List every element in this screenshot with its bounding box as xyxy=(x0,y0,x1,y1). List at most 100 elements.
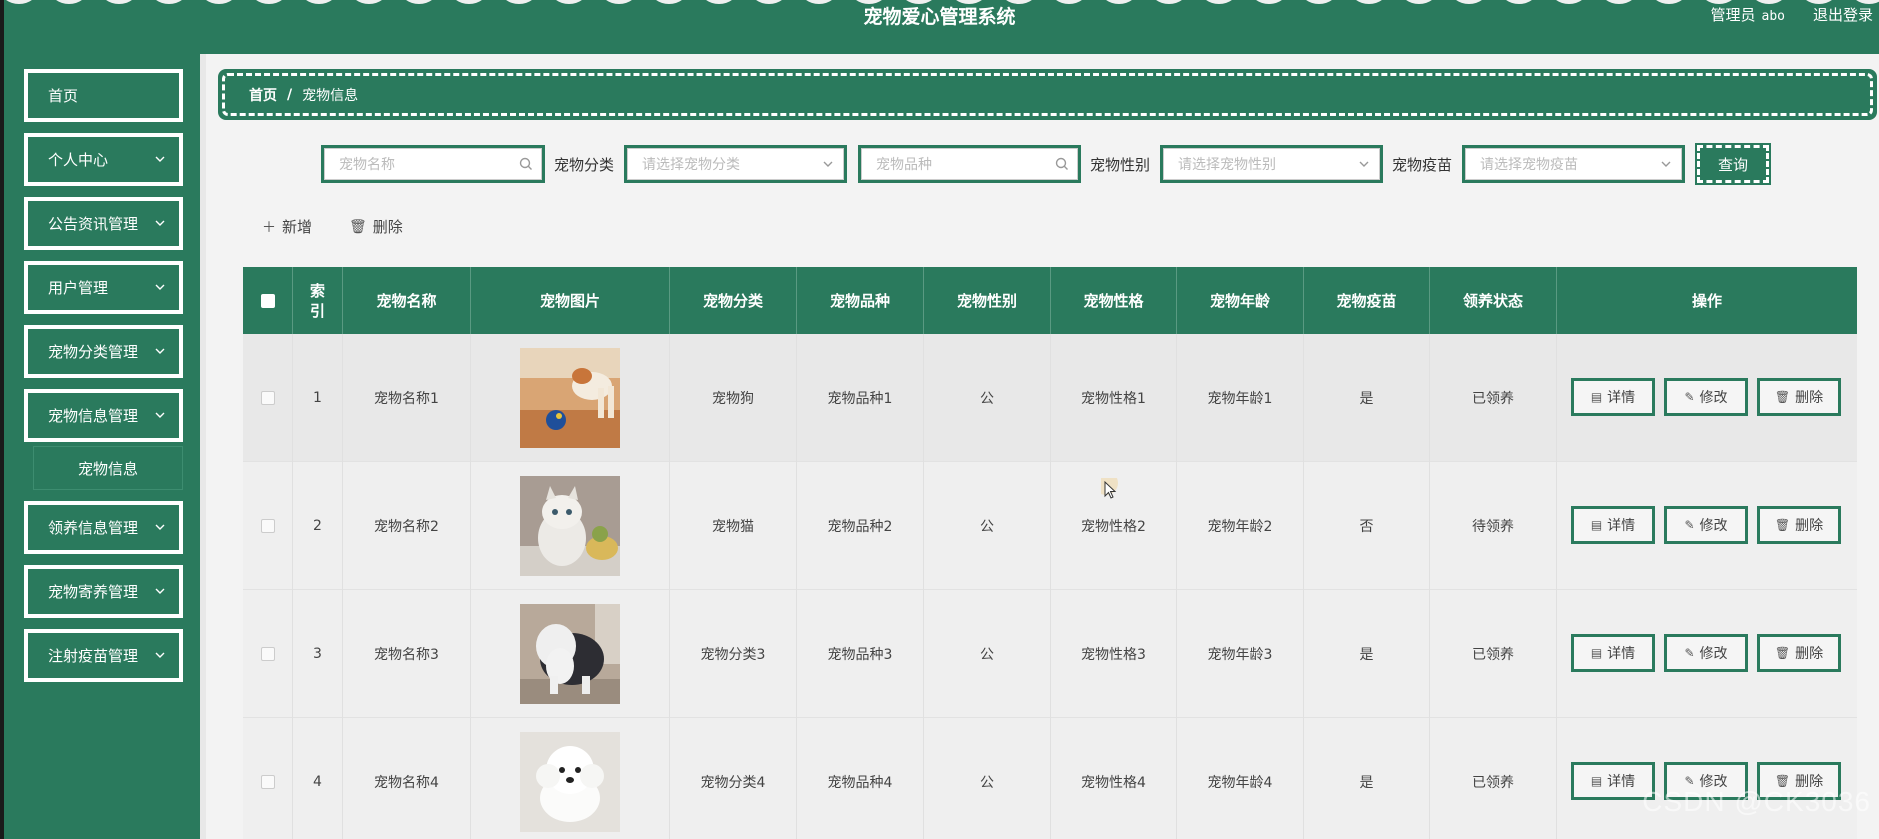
delete-button-label: 删除 xyxy=(1795,646,1824,662)
sidebar-item-adoption-mgmt[interactable]: 领养信息管理 xyxy=(24,501,183,554)
edit-button[interactable]: ✎ 修改 xyxy=(1664,378,1748,416)
detail-button[interactable]: ▤ 详情 xyxy=(1571,378,1655,416)
pet-name-cell: 宠物名称3 xyxy=(343,590,471,718)
sidebar-item-personal-center[interactable]: 个人中心 xyxy=(24,133,183,186)
pet-image-cell xyxy=(471,462,670,590)
add-button[interactable]: ＋ 新增 xyxy=(262,216,312,237)
pet-personality-cell: 宠物性格3 xyxy=(1051,590,1177,718)
detail-button[interactable]: ▤ 详情 xyxy=(1571,634,1655,672)
pet-image-cell xyxy=(471,334,670,462)
edit-button-label: 修改 xyxy=(1699,390,1728,406)
row-checkbox[interactable] xyxy=(260,775,275,789)
breed-search-input[interactable]: 宠物品种 xyxy=(858,145,1081,183)
watermark: CSDN @CK3036 xyxy=(1642,786,1871,817)
pet-photo-dog-with-ball[interactable] xyxy=(520,348,620,448)
pet-age-cell: 宠物年龄2 xyxy=(1177,462,1304,590)
delete-button[interactable]: 🗑 删除 xyxy=(1757,634,1841,672)
batch-delete-button[interactable]: 🗑 删除 xyxy=(349,216,403,237)
gender-label: 宠物性别 xyxy=(1090,156,1151,174)
search-icon xyxy=(519,157,532,170)
row-checkbox[interactable] xyxy=(260,391,275,405)
detail-button[interactable]: ▤ 详情 xyxy=(1571,506,1655,544)
vaccine-select[interactable]: 请选择宠物疫苗 xyxy=(1462,145,1685,183)
sidebar-item-label: 注射疫苗管理 xyxy=(48,647,139,665)
plus-icon: ＋ xyxy=(262,219,276,236)
pet-category-cell: 宠物分类4 xyxy=(670,718,797,839)
sidebar-item-user-mgmt[interactable]: 用户管理 xyxy=(24,261,183,314)
row-operations-cell: ▤ 详情 ✎ 修改 🗑 删除 xyxy=(1557,334,1857,462)
pet-personality-cell: 宠物性格4 xyxy=(1051,718,1177,839)
chevron-down-icon xyxy=(155,588,165,594)
gender-placeholder: 请选择宠物性别 xyxy=(1178,157,1276,173)
select-all-checkbox[interactable] xyxy=(260,293,275,308)
pet-name-search-input[interactable]: 宠物名称 xyxy=(321,145,545,183)
trash-icon: 🗑 xyxy=(349,218,367,235)
sidebar-subitem-pet-info[interactable]: 宠物信息 xyxy=(33,446,183,490)
breadcrumb-current: 宠物信息 xyxy=(302,87,359,104)
row-operations-cell: ▤ 详情 ✎ 修改 🗑 删除 xyxy=(1557,718,1857,839)
pet-name-cell: 宠物名称2 xyxy=(343,462,471,590)
sidebar-item-vaccine-mgmt[interactable]: 注射疫苗管理 xyxy=(24,629,183,682)
add-label: 新增 xyxy=(282,218,313,236)
table-row: 2 宠物名称2 宠物猫 宠物品种2 公宠物性格2 宠物年龄2 否待领养 ▤ 详情 ✎ 修改 🗑 删除 xyxy=(243,462,1857,590)
column-header: 宠物疫苗 xyxy=(1304,267,1430,334)
chevron-down-icon xyxy=(155,652,165,658)
table-row: 3 宠物名称3 宠物分类3 宠物品种3 公宠物性格3 宠物年龄3 是已领养 ▤ 详情 ✎ 修改 🗑 删… xyxy=(243,590,1857,718)
sidebar-item-home[interactable]: 首页 xyxy=(24,69,183,122)
logout-link[interactable]: 退出登录 xyxy=(1813,4,1873,25)
edit-button[interactable]: ✎ 修改 xyxy=(1664,506,1748,544)
trash-icon: 🗑 xyxy=(1774,390,1791,404)
row-index-cell: 3 xyxy=(293,590,343,718)
sidebar-item-foster-mgmt[interactable]: 宠物寄养管理 xyxy=(24,565,183,618)
column-header: 宠物分类 xyxy=(670,267,797,334)
pet-breed-cell: 宠物品种4 xyxy=(797,718,924,839)
document-icon: ▤ xyxy=(1590,774,1603,788)
row-index-cell: 1 xyxy=(293,334,343,462)
row-index-cell: 4 xyxy=(293,718,343,839)
breadcrumb-home[interactable]: 首页 xyxy=(249,85,277,105)
pet-personality-cell: 宠物性格1 xyxy=(1051,334,1177,462)
sidebar-divider xyxy=(200,54,206,839)
column-header: 宠物年龄 xyxy=(1177,267,1304,334)
pet-photo-sheepdog[interactable] xyxy=(520,604,620,704)
document-icon: ▤ xyxy=(1590,390,1603,404)
pet-gender-cell: 公 xyxy=(924,334,1051,462)
chevron-down-icon xyxy=(155,220,165,226)
pet-vaccine-cell: 否 xyxy=(1304,462,1430,590)
sidebar-item-label: 宠物分类管理 xyxy=(48,343,139,361)
detail-button-label: 详情 xyxy=(1607,390,1636,406)
trash-icon: 🗑 xyxy=(1774,646,1791,660)
pet-breed-cell: 宠物品种1 xyxy=(797,334,924,462)
column-header: 宠物名称 xyxy=(343,267,471,334)
app-title: 宠物爱心管理系统 xyxy=(863,6,1016,28)
pet-name-cell: 宠物名称4 xyxy=(343,718,471,839)
category-label: 宠物分类 xyxy=(554,156,615,174)
chevron-down-icon xyxy=(155,412,165,418)
query-button[interactable]: 查询 xyxy=(1695,143,1771,185)
vaccine-label: 宠物疫苗 xyxy=(1392,156,1453,174)
table-row: 4 宠物名称4 宠物分类4 宠物品种4 公宠物性格4 宠物年龄4 是已领养 ▤ 详情 ✎ 修改 🗑 删… xyxy=(243,718,1857,839)
pet-breed-cell: 宠物品种3 xyxy=(797,590,924,718)
document-icon: ▤ xyxy=(1590,518,1603,532)
pet-category-cell: 宠物分类3 xyxy=(670,590,797,718)
delete-button[interactable]: 🗑 删除 xyxy=(1757,378,1841,416)
sidebar-item-pet-category-mgmt[interactable]: 宠物分类管理 xyxy=(24,325,183,378)
row-checkbox[interactable] xyxy=(260,519,275,533)
edit-button[interactable]: ✎ 修改 xyxy=(1664,634,1748,672)
pet-vaccine-cell: 是 xyxy=(1304,590,1430,718)
user-role: 管理员 xyxy=(1710,6,1756,24)
column-header: 宠物性格 xyxy=(1051,267,1177,334)
row-checkbox[interactable] xyxy=(260,647,275,661)
category-select[interactable]: 请选择宠物分类 xyxy=(624,145,847,183)
column-header: 索引 xyxy=(293,267,343,334)
sidebar-item-announcement-mgmt[interactable]: 公告资讯管理 xyxy=(24,197,183,250)
table-row: 1 宠物名称1 宠物狗 宠物品种1 公宠物性格1 宠物年龄1 是已领养 ▤ 详情 ✎ 修改 🗑 删除 xyxy=(243,334,1857,462)
mouse-cursor xyxy=(1101,478,1118,499)
pet-photo-white-poodle[interactable] xyxy=(520,732,620,832)
sidebar-item-pet-info-mgmt[interactable]: 宠物信息管理 xyxy=(24,389,183,442)
delete-button[interactable]: 🗑 删除 xyxy=(1757,506,1841,544)
gender-select[interactable]: 请选择宠物性别 xyxy=(1160,145,1383,183)
pet-photo-white-kitten[interactable] xyxy=(520,476,620,576)
pet-image-cell xyxy=(471,718,670,839)
column-header: 领养状态 xyxy=(1430,267,1557,334)
